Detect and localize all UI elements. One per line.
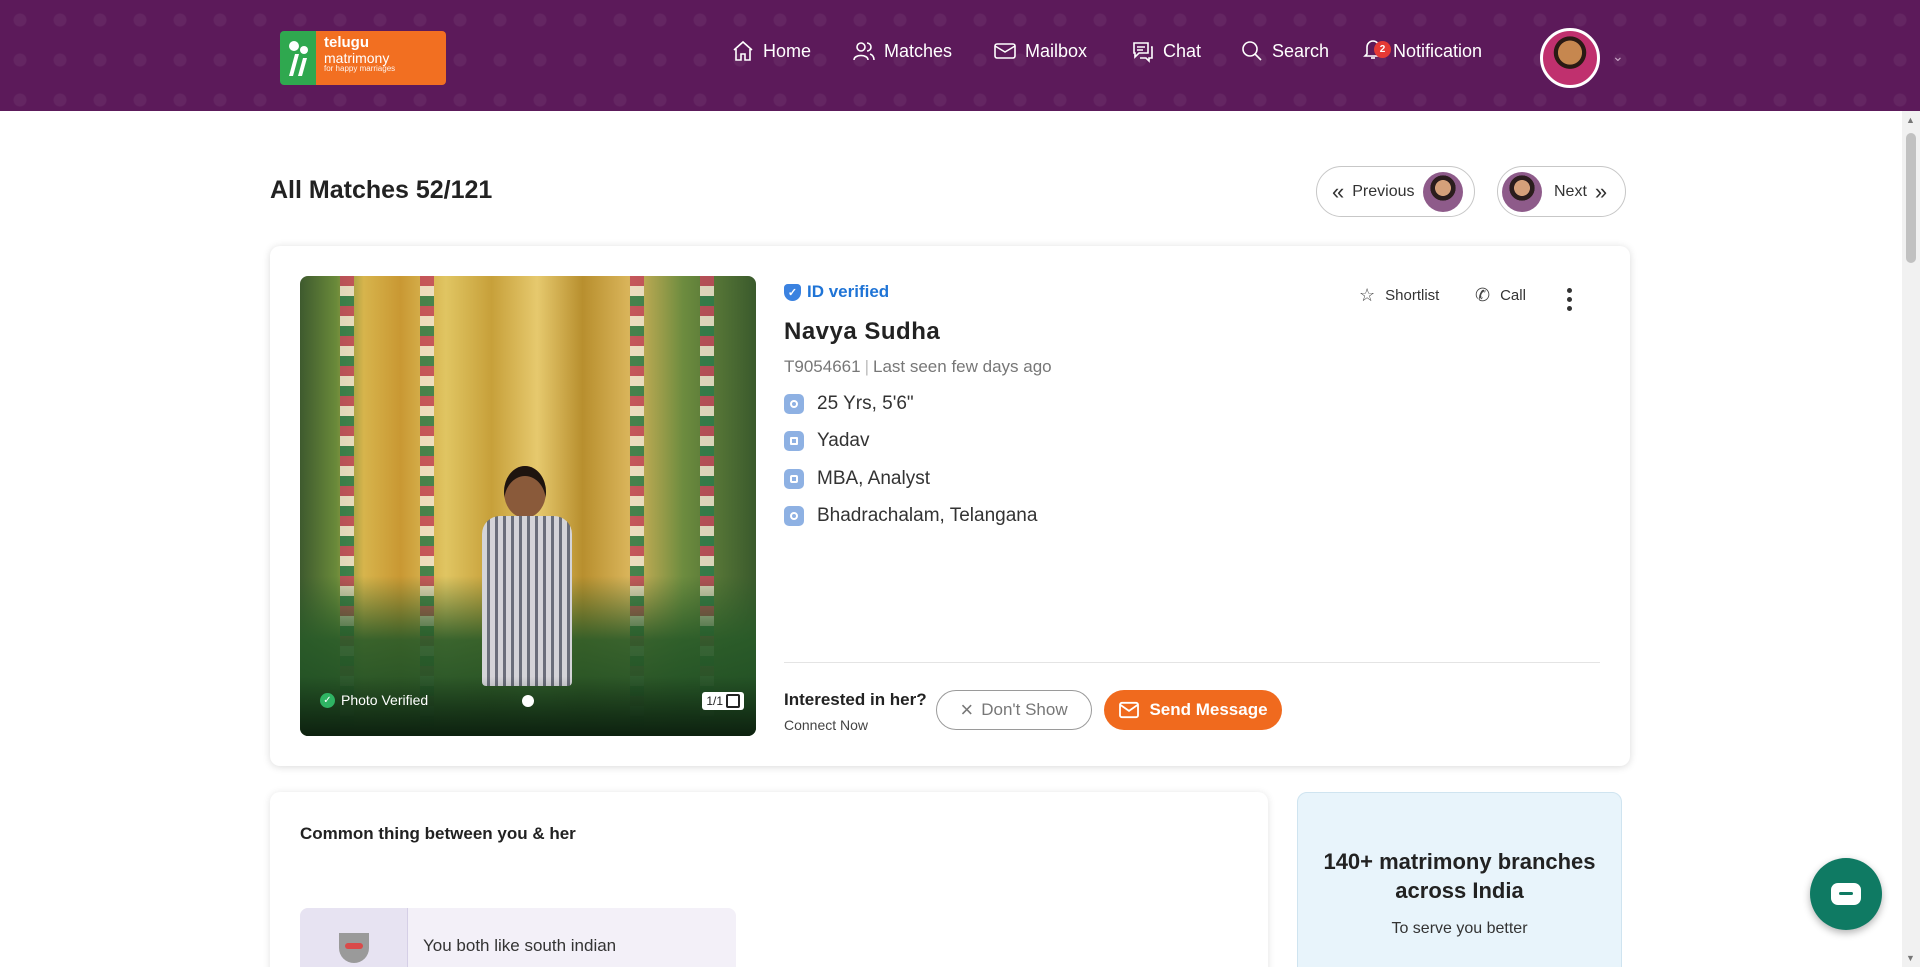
card-divider	[784, 662, 1600, 663]
location-value: Bhadrachalam, Telangana	[817, 505, 1038, 526]
last-seen: Last seen few days ago	[873, 357, 1052, 376]
next-label: Next	[1554, 182, 1587, 200]
branches-title: 140+ matrimony branches across India	[1323, 849, 1596, 903]
nav-matches-label: Matches	[884, 40, 953, 61]
phone-icon: ✆	[1475, 285, 1491, 305]
nav-search[interactable]: Search	[1240, 36, 1329, 66]
dont-show-label: Don't Show	[981, 700, 1068, 719]
notification-count-badge: 2	[1374, 40, 1391, 58]
close-icon: ×	[960, 697, 974, 722]
education-value: MBA, Analyst	[817, 468, 930, 489]
more-options-icon[interactable]	[1567, 288, 1573, 311]
nav-chat[interactable]: Chat	[1131, 36, 1201, 66]
nav-matches[interactable]: Matches	[852, 36, 952, 66]
logo-text-matrimony: matrimony	[324, 49, 390, 66]
common-thing-item: You both like south indian	[300, 908, 736, 967]
home-icon	[733, 40, 753, 61]
profile-photo[interactable]: ✓ Photo Verified 1/1	[300, 276, 756, 736]
id-verified-badge: ✓ ID verified	[784, 282, 889, 302]
next-profile-button[interactable]: Next »	[1497, 166, 1626, 217]
photo-count-label: 1/1	[706, 694, 723, 708]
user-avatar[interactable]	[1540, 28, 1600, 88]
age-icon	[784, 394, 804, 414]
profile-id-line: T9054661 | Last seen few days ago	[784, 357, 1052, 376]
common-things-title: Common thing between you & her	[300, 824, 576, 843]
double-chevron-left-icon: «	[1332, 178, 1345, 204]
photo-verified-label: Photo Verified	[341, 692, 429, 708]
branches-subtitle: To serve you better	[1391, 920, 1528, 937]
nav-notification[interactable]: 2 Notification	[1361, 36, 1482, 66]
id-verified-label: ID verified	[807, 282, 890, 301]
telugu-matrimony-logo[interactable]: telugu matrimony for happy marriages	[280, 31, 446, 85]
location-row: Bhadrachalam, Telangana	[784, 505, 1037, 527]
search-icon	[1242, 41, 1262, 61]
call-label: Call	[1500, 287, 1526, 304]
page-scrollbar[interactable]: ▲ ▼	[1902, 111, 1920, 967]
scrollbar-thumb[interactable]	[1906, 133, 1916, 263]
age-height-row: 25 Yrs, 5'6"	[784, 393, 914, 415]
grill-icon	[338, 933, 369, 963]
photo-verified-badge: ✓ Photo Verified	[320, 692, 428, 708]
send-message-label: Send Message	[1149, 700, 1268, 719]
logo-mark-icon	[280, 31, 316, 85]
page-title: All Matches 52/121	[270, 176, 493, 204]
chat-icon	[1133, 42, 1153, 63]
nav-mailbox-label: Mailbox	[1025, 40, 1088, 61]
member-id: T9054661	[784, 357, 861, 376]
previous-profile-button[interactable]: « Previous	[1316, 166, 1475, 217]
education-row: MBA, Analyst	[784, 468, 930, 490]
logo-tagline: for happy marriages	[324, 64, 396, 74]
profile-name: Navya Sudha	[784, 318, 941, 345]
shortlist-label: Shortlist	[1385, 287, 1440, 304]
location-pin-icon	[784, 506, 804, 526]
briefcase-icon	[784, 469, 804, 489]
community-icon	[784, 431, 804, 451]
chat-bubble-icon	[1831, 883, 1861, 905]
community-value: Yadav	[817, 430, 870, 451]
community-row: Yadav	[784, 430, 869, 452]
previous-label: Previous	[1352, 182, 1415, 200]
nav-search-label: Search	[1272, 40, 1330, 61]
interest-question: Interested in her?	[784, 690, 927, 709]
scroll-up-arrow-icon[interactable]: ▲	[1906, 115, 1915, 125]
gallery-expand-icon	[726, 694, 740, 708]
call-button[interactable]: ✆ Call	[1475, 285, 1526, 306]
scroll-down-arrow-icon[interactable]: ▼	[1906, 953, 1915, 963]
photo-count-button[interactable]: 1/1	[702, 692, 744, 710]
next-profile-thumbnail	[1502, 171, 1542, 212]
double-chevron-right-icon: »	[1594, 178, 1608, 204]
carousel-dot[interactable]	[522, 695, 534, 707]
check-circle-icon: ✓	[320, 692, 335, 708]
mail-icon	[1119, 701, 1140, 719]
logo-text-telugu: telugu	[324, 34, 369, 51]
shortlist-button[interactable]: ☆ Shortlist	[1359, 285, 1439, 306]
previous-profile-thumbnail	[1422, 171, 1463, 212]
nav-home[interactable]: Home	[731, 36, 811, 66]
nav-notification-label: Notification	[1393, 40, 1483, 61]
chat-support-button[interactable]	[1810, 858, 1882, 930]
nav-mailbox[interactable]: Mailbox	[993, 36, 1087, 66]
shield-check-icon: ✓	[784, 283, 801, 301]
nav-chat-label: Chat	[1163, 40, 1202, 61]
star-icon: ☆	[1359, 285, 1376, 305]
top-navigation-bar: telugu matrimony for happy marriages Hom…	[0, 0, 1920, 111]
age-height-value: 25 Yrs, 5'6"	[817, 393, 914, 414]
nav-home-label: Home	[763, 40, 812, 61]
mail-icon	[994, 43, 1016, 59]
users-icon	[853, 42, 875, 61]
common-thing-text: You both like south indian	[423, 936, 617, 955]
interest-sub: Connect Now	[784, 717, 869, 733]
send-message-button[interactable]: Send Message	[1104, 690, 1282, 730]
dont-show-button[interactable]: × Don't Show	[936, 690, 1092, 730]
chevron-down-icon[interactable]: ⌄	[1612, 48, 1624, 65]
